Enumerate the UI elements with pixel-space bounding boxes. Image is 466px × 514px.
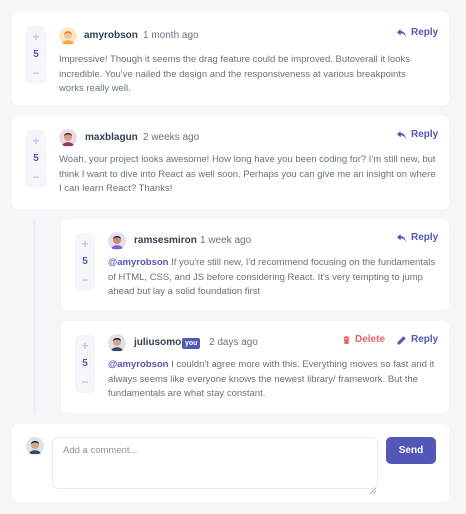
reply-card: + 5 − ramsesmiron 1 week ago Reply @amyr… (61, 219, 449, 310)
vote-widget: + 5 − (75, 335, 95, 393)
comment-input[interactable] (52, 437, 378, 489)
send-button[interactable]: Send (386, 437, 436, 464)
delete-button[interactable]: Delete (343, 333, 385, 347)
upvote-button[interactable]: + (32, 31, 39, 43)
vote-widget: + 5 − (26, 26, 46, 84)
comment-text: Impressive! Though it seems the drag fea… (59, 54, 410, 94)
reply-card: + 5 − juliusomo you 2 days ago Delete Re… (61, 321, 449, 413)
upvote-button[interactable]: + (32, 135, 39, 147)
reply-timestamp: 2 days ago (209, 337, 258, 348)
vote-widget: + 5 − (26, 130, 46, 188)
avatar[interactable] (108, 232, 126, 250)
downvote-button[interactable]: − (81, 376, 88, 388)
vote-score: 5 (33, 153, 39, 164)
comment-text: Woah, your project looks awesome! How lo… (59, 154, 436, 194)
comment-card: + 5 − amyrobson 1 month ago Reply Impres… (12, 12, 449, 105)
user-mention[interactable]: @amyrobson (108, 359, 168, 370)
comment-card: + 5 − maxblagun 2 weeks ago Reply Woah, … (12, 116, 449, 209)
reply-arrow-icon (397, 234, 406, 242)
reply-username[interactable]: juliusomo (134, 336, 181, 350)
comment-timestamp: 1 month ago (143, 30, 199, 41)
vote-score: 5 (33, 49, 39, 60)
reply-button[interactable]: Reply (397, 128, 438, 142)
vote-widget: + 5 − (75, 233, 95, 291)
reply-label: Reply (411, 27, 439, 38)
reply-text: @amyrobson If you're still new, I'd reco… (108, 256, 438, 300)
you-badge: you (182, 338, 201, 349)
comment-timestamp: 2 weeks ago (143, 132, 200, 143)
comment-username[interactable]: maxblagun (85, 131, 138, 145)
reply-label: Reply (411, 129, 439, 140)
avatar[interactable] (59, 27, 77, 45)
upvote-button[interactable]: + (81, 238, 88, 250)
reply-thread-line (34, 220, 35, 413)
user-mention[interactable]: @amyrobson (108, 257, 168, 268)
reply-button[interactable]: Reply (397, 231, 438, 245)
reply-username[interactable]: ramsesmiron (134, 234, 197, 248)
comment-username[interactable]: amyrobson (84, 29, 138, 43)
avatar[interactable] (108, 334, 126, 352)
downvote-button[interactable]: − (32, 171, 39, 183)
downvote-button[interactable]: − (81, 274, 88, 286)
edit-button[interactable]: Reply (397, 333, 438, 347)
reply-button[interactable]: Reply (397, 26, 438, 40)
vote-score: 5 (82, 256, 88, 267)
current-user-avatar (26, 437, 44, 455)
reply-arrow-icon (397, 131, 406, 139)
reply-text: @amyrobson I couldn't agree more with th… (108, 358, 438, 402)
downvote-button[interactable]: − (32, 67, 39, 79)
edit-label: Reply (411, 334, 439, 345)
reply-label: Reply (411, 232, 439, 243)
reply-arrow-icon (397, 29, 406, 37)
upvote-button[interactable]: + (81, 340, 88, 352)
reply-timestamp: 1 week ago (200, 235, 252, 246)
resize-handle-icon[interactable] (369, 481, 377, 495)
pencil-icon (397, 335, 406, 345)
trash-icon (343, 336, 350, 344)
vote-score: 5 (82, 358, 88, 369)
avatar[interactable] (59, 129, 77, 147)
delete-label: Delete (355, 334, 386, 345)
